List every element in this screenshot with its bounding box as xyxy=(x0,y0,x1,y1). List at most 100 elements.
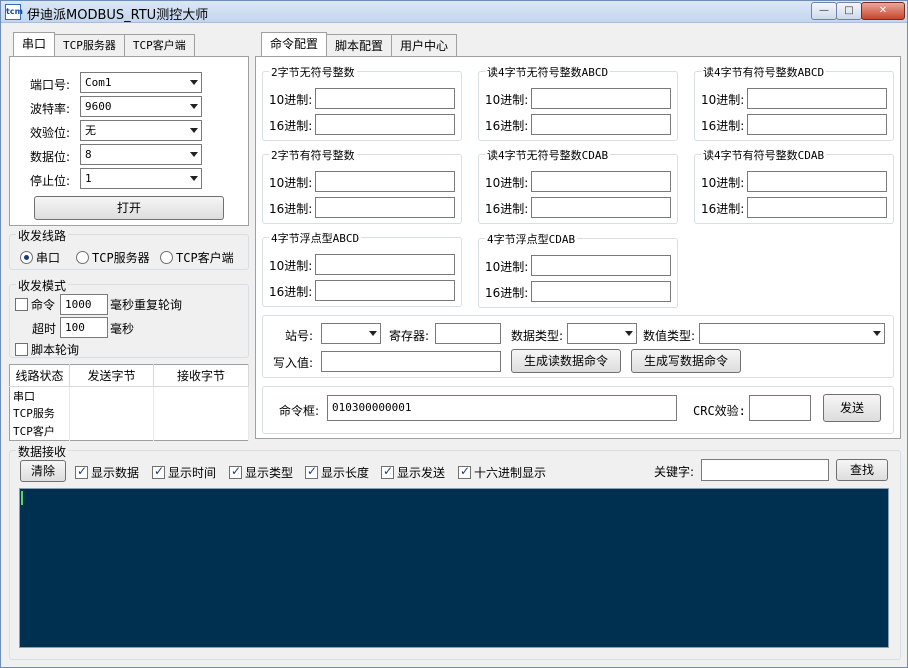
checkbox-icon xyxy=(15,343,28,356)
dec-input[interactable] xyxy=(315,171,455,192)
dec-input[interactable] xyxy=(315,88,455,109)
converter-group-title: 2字节有符号整数 xyxy=(269,147,357,163)
column-header[interactable]: 线路状态 xyxy=(9,364,70,388)
row-label: 串口 xyxy=(9,386,70,405)
write-value-input[interactable] xyxy=(321,351,501,372)
station-label: 站号: xyxy=(285,329,314,343)
tab-tcp-client[interactable]: TCP客户端 xyxy=(123,34,195,56)
checkbox-icon xyxy=(305,464,318,479)
close-button[interactable]: ✕ xyxy=(861,2,905,20)
table-row[interactable]: TCP服务 xyxy=(9,404,249,423)
send-button[interactable]: 发送 xyxy=(823,394,881,422)
hex-input[interactable] xyxy=(531,281,671,302)
databits-label: 数据位: xyxy=(30,150,71,164)
show-type-checkbox[interactable]: 显示类型 xyxy=(229,464,293,481)
checkbox-icon xyxy=(75,464,88,479)
minimize-button[interactable]: — xyxy=(811,2,837,20)
valuetype-select[interactable] xyxy=(699,323,885,344)
column-header[interactable]: 发送字节 xyxy=(69,364,154,388)
chevron-down-icon xyxy=(625,331,633,336)
dec-input[interactable] xyxy=(531,171,671,192)
route-serial-radio[interactable]: 串口 xyxy=(20,249,60,266)
hex-input[interactable] xyxy=(747,114,887,135)
chevron-down-icon xyxy=(873,331,881,336)
hex-input[interactable] xyxy=(315,280,455,301)
hex-input[interactable] xyxy=(531,114,671,135)
hex-label: 16进制: xyxy=(485,119,529,133)
maximize-button[interactable]: □ xyxy=(836,2,862,20)
checkbox-icon xyxy=(381,464,394,479)
mode-group-title: 收发模式 xyxy=(16,277,69,294)
clear-button[interactable]: 清除 xyxy=(20,460,66,482)
station-select[interactable] xyxy=(321,323,381,344)
databits-select[interactable]: 8 xyxy=(80,144,202,165)
script-poll-checkbox[interactable]: 脚本轮询 xyxy=(15,341,79,358)
keyword-input[interactable] xyxy=(701,459,829,481)
parity-select[interactable]: 无 xyxy=(80,120,202,141)
datatype-select[interactable] xyxy=(567,323,637,344)
hex-input[interactable] xyxy=(747,197,887,218)
text-caret xyxy=(21,491,23,505)
chevron-down-icon xyxy=(190,80,198,85)
dec-input[interactable] xyxy=(315,254,455,275)
table-row[interactable]: TCP客户 xyxy=(9,422,249,441)
checkbox-icon xyxy=(15,298,28,311)
port-select[interactable]: Com1 xyxy=(80,72,202,93)
dec-input[interactable] xyxy=(531,88,671,109)
command-build-group: 站号: 寄存器: 数据类型: 数值类型: 写入值: 生成读数据命令 生成写数据命… xyxy=(262,315,894,378)
column-header[interactable]: 接收字节 xyxy=(153,364,249,388)
tab-serial[interactable]: 串口 xyxy=(13,32,56,56)
generate-write-command-button[interactable]: 生成写数据命令 xyxy=(631,349,741,373)
cmd-poll-checkbox[interactable]: 命令 xyxy=(15,296,55,313)
chevron-down-icon xyxy=(190,176,198,181)
command-box-group: 命令框: 010300000001 CRC效验: 发送 xyxy=(262,386,894,434)
serial-panel: 端口号: Com1 波特率: 9600 效验位: 无 数据位: 8 停止位: 1… xyxy=(9,56,249,226)
parity-label: 效验位: xyxy=(30,126,71,140)
command-box-label: 命令框: xyxy=(279,404,320,418)
dec-label: 10进制: xyxy=(485,260,529,274)
generate-read-command-button[interactable]: 生成读数据命令 xyxy=(511,349,621,373)
search-button[interactable]: 查找 xyxy=(836,459,888,481)
hex-display-checkbox[interactable]: 十六进制显示 xyxy=(458,464,546,481)
dec-label: 10进制: xyxy=(701,93,745,107)
route-tcp-client-radio[interactable]: TCP客户端 xyxy=(160,249,234,266)
dec-input[interactable] xyxy=(747,171,887,192)
show-time-checkbox[interactable]: 显示时间 xyxy=(152,464,216,481)
hex-input[interactable] xyxy=(531,197,671,218)
chevron-down-icon xyxy=(369,331,377,336)
receive-console[interactable] xyxy=(19,488,889,648)
dec-input[interactable] xyxy=(747,88,887,109)
tab-script-config[interactable]: 脚本配置 xyxy=(326,34,393,56)
hex-input[interactable] xyxy=(315,114,455,135)
timeout-input[interactable]: 100 xyxy=(60,317,108,338)
show-send-checkbox[interactable]: 显示发送 xyxy=(381,464,445,481)
write-value-label: 写入值: xyxy=(273,356,314,370)
hex-input[interactable] xyxy=(315,197,455,218)
register-input[interactable] xyxy=(435,323,501,344)
tab-tcp-server[interactable]: TCP服务器 xyxy=(54,34,125,56)
hex-label: 16进制: xyxy=(269,285,313,299)
open-port-button[interactable]: 打开 xyxy=(34,196,224,220)
tab-user-center[interactable]: 用户中心 xyxy=(391,34,458,56)
stopbits-select[interactable]: 1 xyxy=(80,168,202,189)
dec-input[interactable] xyxy=(531,255,671,276)
baud-select[interactable]: 9600 xyxy=(80,96,202,117)
cmd-interval-input[interactable]: 1000 xyxy=(60,294,108,315)
show-data-checkbox[interactable]: 显示数据 xyxy=(75,464,139,481)
hex-label: 16进制: xyxy=(485,286,529,300)
route-tcp-server-radio[interactable]: TCP服务器 xyxy=(76,249,150,266)
command-box-input[interactable]: 010300000001 xyxy=(327,395,677,421)
show-length-checkbox[interactable]: 显示长度 xyxy=(305,464,369,481)
hex-label: 16进制: xyxy=(269,119,313,133)
title-bar[interactable]: tcm 伊迪派MODBUS_RTU测控大师 — □ ✕ xyxy=(1,1,907,23)
converter-group-6: 读4字节有符号整数CDAB 10进制: 16进制: xyxy=(694,147,894,224)
right-tab-strip: 命令配置 脚本配置 用户中心 xyxy=(261,32,458,56)
tab-command-config[interactable]: 命令配置 xyxy=(261,32,328,56)
register-label: 寄存器: xyxy=(389,329,430,343)
row-label: TCP客户 xyxy=(9,422,70,441)
checkbox-icon xyxy=(152,464,165,479)
table-row[interactable]: 串口 xyxy=(9,386,249,405)
checkbox-icon xyxy=(229,464,242,479)
converter-group-8: 4字节浮点型CDAB 10进制: 16进制: xyxy=(478,231,678,308)
crc-input[interactable] xyxy=(749,395,811,421)
